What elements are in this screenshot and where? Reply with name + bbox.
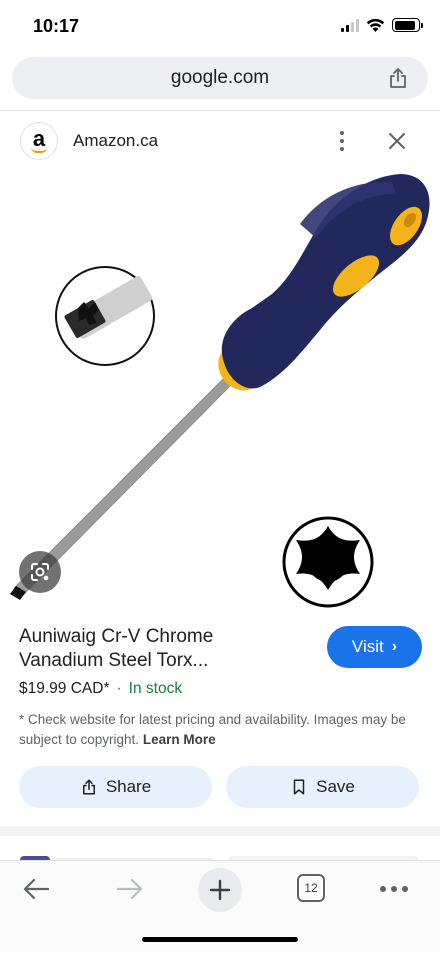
plus-icon bbox=[209, 879, 231, 901]
status-icons bbox=[341, 18, 423, 32]
close-icon[interactable] bbox=[384, 128, 410, 154]
site-name[interactable]: Amazon.ca bbox=[73, 131, 158, 151]
next-result-peek[interactable] bbox=[0, 836, 440, 860]
battery-icon bbox=[392, 18, 423, 32]
more-horiz-icon[interactable] bbox=[380, 886, 408, 892]
chevron-right-icon: › bbox=[391, 638, 398, 655]
product-price: $19.99 CAD* bbox=[19, 680, 110, 697]
status-bar: 10:17 bbox=[0, 0, 440, 52]
stock-status: In stock bbox=[128, 680, 183, 697]
more-vert-icon[interactable] bbox=[335, 128, 349, 154]
url-bar[interactable]: google.com bbox=[12, 57, 428, 99]
price-row: $19.99 CAD* · In stock bbox=[19, 680, 182, 698]
source-header: a Amazon.ca bbox=[0, 118, 440, 164]
tip-detail-inset bbox=[55, 266, 155, 366]
forward-arrow-icon[interactable] bbox=[114, 875, 144, 903]
section-divider bbox=[0, 826, 440, 836]
share-icon[interactable] bbox=[386, 66, 410, 90]
tab-count: 12 bbox=[304, 881, 318, 895]
product-title[interactable]: Auniwaig Cr-V Chrome Vanadium Steel Torx… bbox=[19, 625, 299, 673]
share-button[interactable]: Share bbox=[19, 766, 212, 808]
divider bbox=[0, 110, 440, 111]
separator: · bbox=[116, 680, 122, 697]
url-text[interactable]: google.com bbox=[12, 67, 428, 89]
cellular-signal-icon bbox=[341, 18, 359, 32]
status-time: 10:17 bbox=[33, 16, 80, 36]
learn-more-link[interactable]: Learn More bbox=[143, 732, 216, 747]
visit-label: Visit bbox=[351, 637, 384, 656]
amazon-logo[interactable]: a bbox=[20, 122, 58, 160]
wifi-icon bbox=[366, 18, 385, 32]
smile-icon bbox=[31, 147, 47, 153]
bookmark-icon bbox=[293, 779, 305, 795]
new-tab-button[interactable] bbox=[198, 868, 242, 912]
torx-profile-icon bbox=[282, 516, 374, 608]
save-button[interactable]: Save bbox=[226, 766, 419, 808]
google-lens-icon[interactable] bbox=[19, 551, 61, 593]
disclaimer: * Check website for latest pricing and a… bbox=[19, 710, 421, 749]
share-icon bbox=[82, 779, 95, 795]
tab-switcher-button[interactable]: 12 bbox=[297, 874, 325, 902]
visit-button[interactable]: Visit › bbox=[327, 626, 422, 668]
save-label: Save bbox=[316, 777, 355, 796]
back-arrow-icon[interactable] bbox=[22, 875, 52, 903]
home-indicator bbox=[142, 937, 298, 942]
share-label: Share bbox=[105, 777, 152, 796]
product-image[interactable] bbox=[0, 168, 440, 608]
